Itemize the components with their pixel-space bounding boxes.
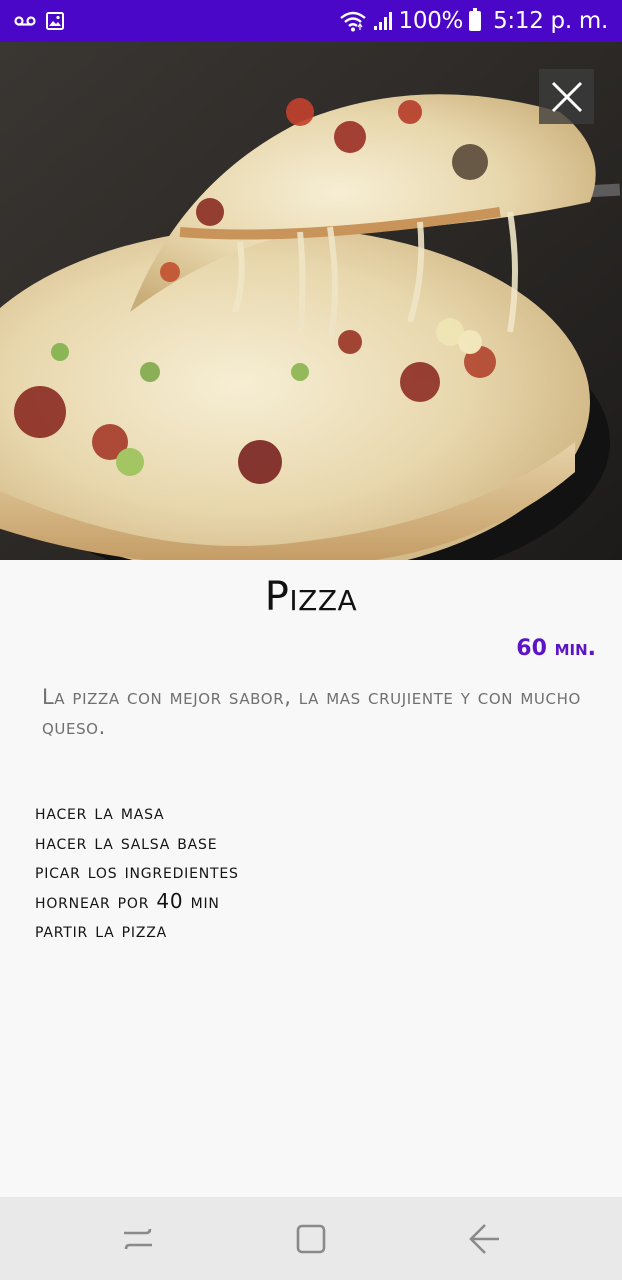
status-right-icons: 100% 5:12 p. m.: [339, 0, 608, 42]
pizza-photo: [0, 42, 622, 560]
recents-button[interactable]: [118, 1219, 158, 1259]
close-button[interactable]: [539, 69, 594, 124]
battery-percent: 100%: [398, 8, 464, 34]
image-icon: [46, 12, 64, 30]
home-button[interactable]: [291, 1219, 331, 1259]
voicemail-icon: [14, 16, 36, 26]
recipe-step: partir la pizza: [35, 918, 167, 942]
home-icon: [296, 1224, 326, 1254]
status-bar: 100% 5:12 p. m.: [0, 0, 622, 42]
signal-icon: [373, 12, 392, 30]
recipe-step: hornear por 40 min: [35, 888, 220, 913]
recipe-steps: hacer la masa hacer la salsa base picar …: [35, 798, 595, 946]
recipe-step: hacer la masa: [35, 800, 165, 824]
back-button[interactable]: [465, 1219, 505, 1259]
close-icon: [551, 81, 582, 112]
recipe-step: hacer la salsa base: [35, 829, 218, 854]
recipe-time: 60 min.: [516, 636, 596, 661]
clock: 5:12 p. m.: [493, 8, 608, 34]
recents-icon: [124, 1228, 152, 1250]
wifi-icon: [339, 11, 366, 32]
status-left-icons: [14, 10, 64, 32]
recipe-description: La pizza con mejor sabor, la mas crujien…: [42, 685, 581, 739]
recipe-step: picar los ingredientes: [35, 859, 239, 883]
nav-bar: [0, 1197, 622, 1280]
back-icon: [469, 1224, 499, 1254]
battery-icon: [469, 8, 482, 31]
recipe-title: Pizza: [264, 574, 358, 620]
